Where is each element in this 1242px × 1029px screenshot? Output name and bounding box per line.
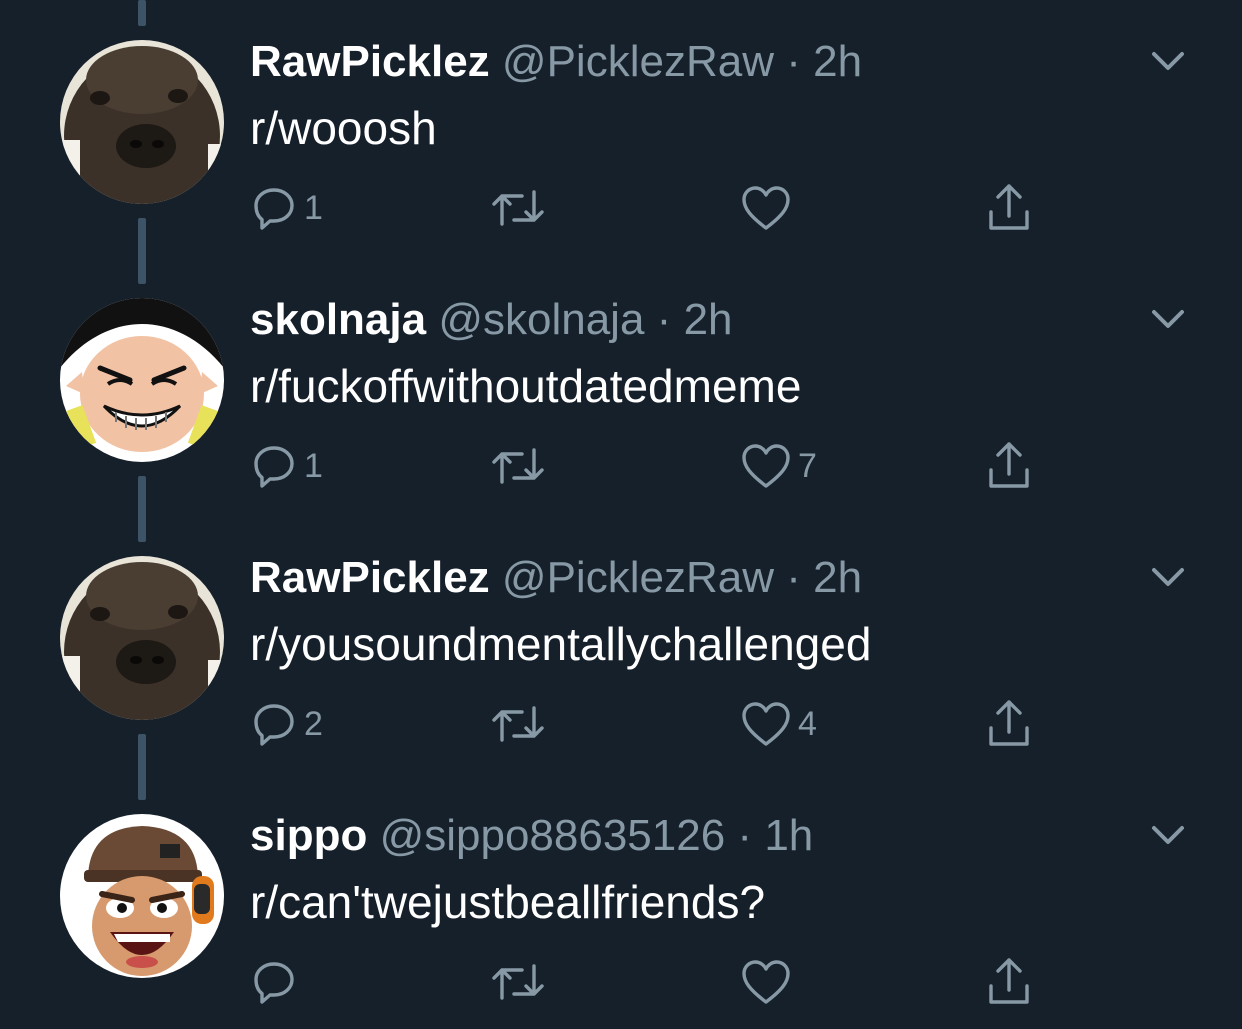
reply-icon <box>254 446 294 488</box>
retweet-button[interactable] <box>490 956 552 1008</box>
reply-count: 1 <box>304 446 323 485</box>
chevron-down-icon[interactable] <box>1146 298 1190 342</box>
tweet-header: RawPicklez @PicklezRaw · 2h <box>250 36 862 88</box>
retweet-icon <box>492 190 544 226</box>
tweet-text: r/fuckoffwithoutdatedmeme <box>250 360 802 412</box>
tweet-actions: 1 <box>250 182 1050 234</box>
display-name[interactable]: skolnaja <box>250 295 426 344</box>
timestamp[interactable]: 2h <box>813 37 862 86</box>
retweet-icon <box>492 706 544 742</box>
share-button[interactable] <box>985 440 1033 492</box>
heart-icon <box>742 702 790 746</box>
share-button[interactable] <box>985 182 1033 234</box>
chevron-down-icon[interactable] <box>1146 40 1190 84</box>
share-icon <box>989 958 1029 1004</box>
tweet-actions: 2 4 <box>250 698 1050 750</box>
dog-avatar[interactable] <box>60 556 224 720</box>
tweet[interactable]: sippo @sippo88635126 · 1h r/can'twejustb… <box>0 774 1242 1029</box>
tweet-header: sippo @sippo88635126 · 1h <box>250 810 813 862</box>
tweet-actions <box>250 956 1050 1008</box>
separator-dot: · <box>786 553 801 602</box>
separator-dot: · <box>656 295 672 344</box>
scout-avatar[interactable] <box>60 814 224 978</box>
like-count: 7 <box>798 446 817 485</box>
like-button[interactable] <box>740 956 798 1008</box>
reply-icon <box>254 188 294 230</box>
display-name[interactable]: sippo <box>250 811 367 860</box>
tweet[interactable]: RawPicklez @PicklezRaw · 2h r/yousoundme… <box>0 516 1242 774</box>
tweet[interactable]: skolnaja @skolnaja · 2h r/fuckoffwithout… <box>0 258 1242 516</box>
dog-avatar[interactable] <box>60 40 224 204</box>
share-icon <box>989 442 1029 488</box>
heart-icon <box>742 186 790 230</box>
like-button[interactable] <box>740 182 798 234</box>
retweet-button[interactable] <box>490 698 552 750</box>
tweet[interactable]: RawPicklez @PicklezRaw · 2h r/wooosh 1 <box>0 0 1242 258</box>
display-name[interactable]: RawPicklez <box>250 553 490 602</box>
reply-icon <box>254 704 294 746</box>
share-icon <box>989 700 1029 746</box>
reply-count: 1 <box>304 188 323 227</box>
heart-icon <box>742 444 790 488</box>
separator-dot: · <box>786 37 801 86</box>
chevron-down-icon[interactable] <box>1146 814 1190 858</box>
share-icon <box>989 184 1029 230</box>
reply-icon <box>254 962 294 1004</box>
display-name[interactable]: RawPicklez <box>250 37 490 86</box>
conversation-thread: RawPicklez @PicklezRaw · 2h r/wooosh 1 s… <box>0 0 1242 1029</box>
timestamp[interactable]: 2h <box>684 295 733 344</box>
heart-icon <box>742 960 790 1004</box>
reply-button[interactable]: 1 <box>250 182 323 234</box>
retweet-icon <box>492 964 544 1000</box>
like-count: 4 <box>798 704 817 743</box>
user-handle[interactable]: @sippo88635126 <box>380 811 726 860</box>
share-button[interactable] <box>985 698 1033 750</box>
tweet-text: r/wooosh <box>250 102 437 154</box>
reply-count: 2 <box>304 704 323 743</box>
timestamp[interactable]: 2h <box>813 553 862 602</box>
reply-button[interactable] <box>250 956 304 1008</box>
separator-dot: · <box>737 811 753 860</box>
user-handle[interactable]: @PicklezRaw <box>502 553 774 602</box>
reply-button[interactable]: 1 <box>250 440 323 492</box>
chevron-down-icon[interactable] <box>1146 556 1190 600</box>
tweet-text: r/yousoundmentallychallenged <box>250 618 872 670</box>
like-button[interactable]: 4 <box>740 698 817 750</box>
retweet-icon <box>492 448 544 484</box>
tweet-text: r/can'twejustbeallfriends? <box>250 876 766 928</box>
reply-button[interactable]: 2 <box>250 698 323 750</box>
retweet-button[interactable] <box>490 182 552 234</box>
user-handle[interactable]: @skolnaja <box>438 295 644 344</box>
tweet-header: skolnaja @skolnaja · 2h <box>250 294 733 346</box>
user-handle[interactable]: @PicklezRaw <box>502 37 774 86</box>
like-button[interactable]: 7 <box>740 440 817 492</box>
share-button[interactable] <box>985 956 1033 1008</box>
cartoon-face-avatar[interactable] <box>60 298 224 462</box>
tweet-header: RawPicklez @PicklezRaw · 2h <box>250 552 862 604</box>
retweet-button[interactable] <box>490 440 552 492</box>
timestamp[interactable]: 1h <box>764 811 813 860</box>
tweet-actions: 1 7 <box>250 440 1050 492</box>
